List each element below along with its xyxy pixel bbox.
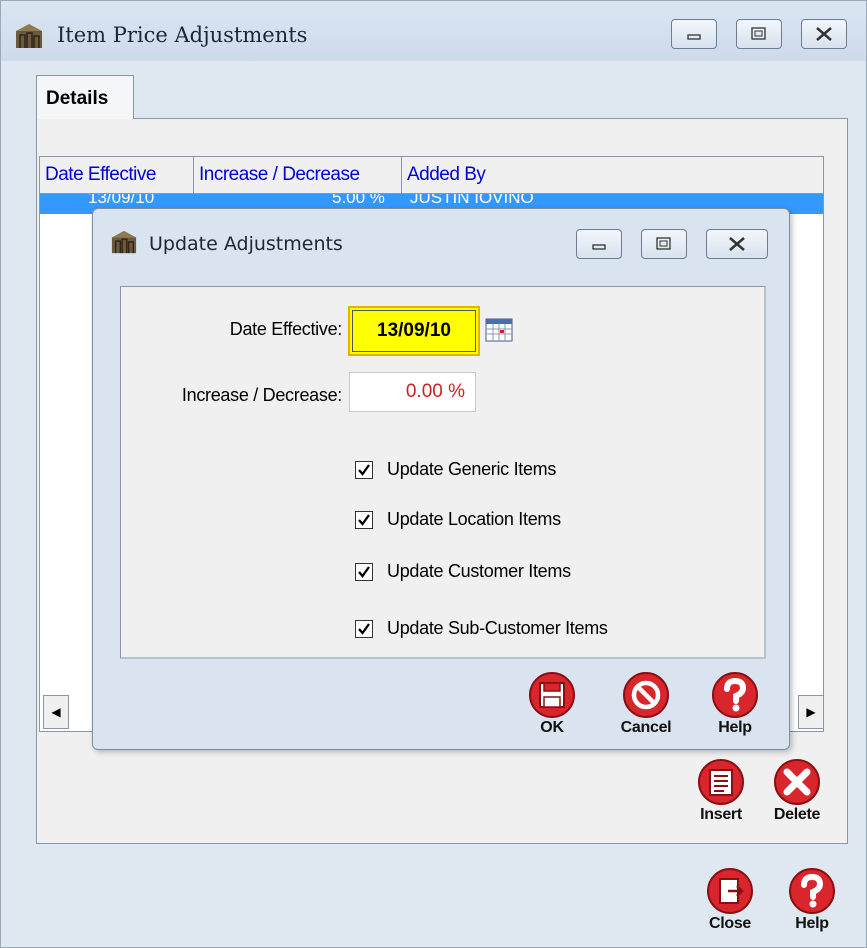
check-icon	[358, 623, 370, 635]
save-disk-icon	[529, 672, 575, 718]
checkbox[interactable]	[355, 563, 373, 581]
insert-icon	[698, 759, 744, 805]
maximize-button[interactable]	[736, 19, 782, 49]
checkbox-label: Update Generic Items	[387, 459, 557, 479]
cancel-button[interactable]: Cancel	[616, 671, 676, 736]
column-header-increase-decrease[interactable]: Increase / Decrease	[194, 157, 402, 193]
maximize-icon	[751, 27, 766, 40]
check-icon	[358, 464, 370, 476]
scroll-right-button[interactable]: ▶	[798, 695, 824, 729]
calendar-icon[interactable]	[485, 316, 513, 344]
close-window-button[interactable]	[801, 19, 847, 49]
close-button[interactable]: Close	[700, 867, 760, 932]
title-bar: Item Price Adjustments	[1, 1, 866, 61]
delete-button[interactable]: Delete	[767, 758, 827, 823]
close-label: Close	[708, 915, 752, 932]
close-icon	[816, 27, 832, 41]
date-effective-field[interactable]: 13/09/10	[348, 306, 480, 356]
app-icon	[111, 230, 137, 254]
checkbox[interactable]	[355, 511, 373, 529]
delete-icon	[774, 759, 820, 805]
close-icon	[729, 237, 745, 251]
check-icon	[358, 566, 370, 578]
dialog-maximize-button[interactable]	[641, 229, 687, 259]
insert-button[interactable]: Insert	[691, 758, 751, 823]
dialog-close-button[interactable]	[706, 229, 768, 259]
check-icon	[358, 514, 370, 526]
maximize-icon	[656, 237, 671, 250]
dialog-body: Date Effective: 13/09/10 Increase / Decr…	[120, 286, 766, 659]
insert-label: Insert	[700, 806, 742, 823]
checkbox-label: Update Customer Items	[387, 561, 571, 581]
dialog-help-label: Help	[718, 719, 752, 736]
date-effective-label: Date Effective:	[229, 319, 343, 339]
ok-button[interactable]: OK	[522, 671, 582, 736]
checkbox[interactable]	[355, 461, 373, 479]
tab-details[interactable]: Details	[36, 75, 134, 119]
increase-decrease-label: Increase / Decrease:	[181, 385, 342, 405]
dialog-minimize-button[interactable]	[576, 229, 622, 259]
app-icon	[16, 24, 42, 48]
help-button[interactable]: Help	[782, 867, 842, 932]
increase-decrease-field[interactable]: 0.00 %	[349, 372, 476, 412]
help-icon	[789, 868, 835, 914]
cell-added-by: JUSTIN IOVINO	[410, 194, 534, 207]
delete-label: Delete	[773, 806, 821, 823]
checkbox-label: Update Location Items	[387, 509, 561, 529]
cancel-label: Cancel	[620, 719, 672, 736]
column-header-added-by[interactable]: Added By	[402, 157, 823, 193]
cell-increase-decrease: 5.00 %	[332, 194, 385, 207]
grid-header: Date Effective Increase / Decrease Added…	[40, 157, 823, 194]
column-header-date-effective[interactable]: Date Effective	[40, 157, 194, 193]
cancel-icon	[623, 672, 669, 718]
checkbox[interactable]	[355, 620, 373, 638]
dialog-title: Update Adjustments	[149, 233, 343, 255]
minimize-button[interactable]	[671, 19, 717, 49]
dialog-help-button[interactable]: Help	[705, 671, 765, 736]
close-door-icon	[707, 868, 753, 914]
help-label: Help	[795, 915, 829, 932]
checkbox-label: Update Sub-Customer Items	[387, 618, 608, 638]
help-icon	[712, 672, 758, 718]
minimize-icon	[592, 244, 606, 250]
update-adjustments-dialog: Update Adjustments Date Effective: 13/09…	[92, 208, 790, 750]
window-title: Item Price Adjustments	[57, 23, 308, 47]
scroll-left-button[interactable]: ◀	[43, 695, 69, 729]
ok-label: OK	[540, 719, 564, 736]
minimize-icon	[687, 34, 701, 40]
cell-date-effective: 13/09/10	[88, 194, 155, 207]
